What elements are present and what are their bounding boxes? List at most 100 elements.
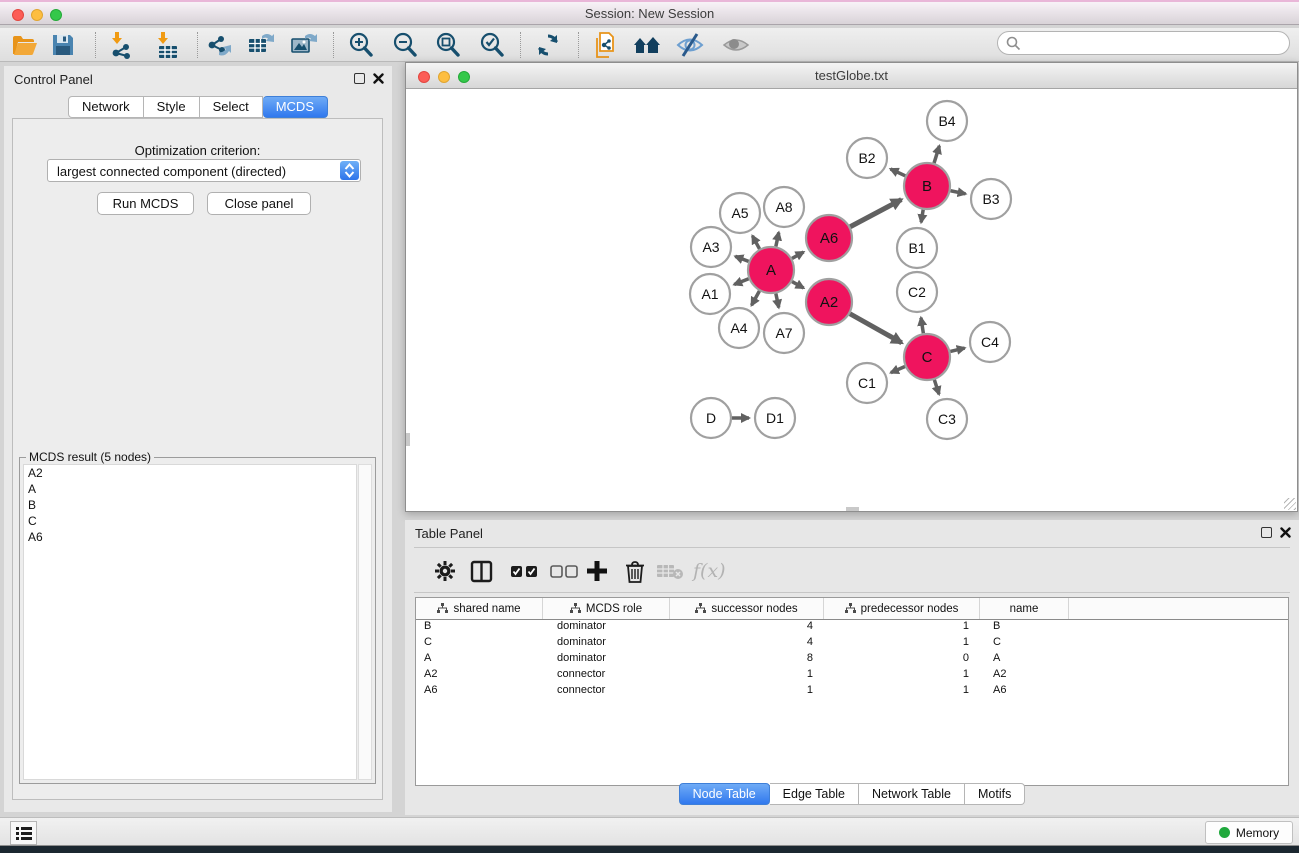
- delete-icon[interactable]: [625, 556, 645, 586]
- graph-node-C[interactable]: C: [904, 334, 950, 380]
- optimization-criterion-select[interactable]: largest connected component (directed): [47, 159, 361, 182]
- cell-shared-name[interactable]: A2: [416, 668, 543, 684]
- graph-edge-A-A1[interactable]: [734, 279, 748, 285]
- graph-node-A6[interactable]: A6: [806, 215, 852, 261]
- graph-edge-A-A6[interactable]: [792, 252, 804, 258]
- refresh-icon[interactable]: [533, 31, 563, 59]
- memory-button[interactable]: Memory: [1205, 821, 1293, 844]
- cell-successor-nodes[interactable]: 1: [670, 668, 824, 684]
- graph-edge-A-A3[interactable]: [735, 256, 748, 261]
- graph-node-C2[interactable]: C2: [897, 272, 937, 312]
- column-header-mcds-role[interactable]: MCDS role: [543, 598, 670, 619]
- graph-node-A3[interactable]: A3: [691, 227, 731, 267]
- cell-predecessor-nodes[interactable]: 1: [824, 620, 980, 636]
- tab-network-table[interactable]: Network Table: [859, 783, 965, 805]
- dropdown-stepper-icon[interactable]: [340, 161, 359, 180]
- graph-edge-B-B3[interactable]: [951, 191, 966, 194]
- graph-edge-C-C1[interactable]: [891, 367, 905, 373]
- tab-edge-table[interactable]: Edge Table: [770, 783, 859, 805]
- graph-edge-A-A5[interactable]: [752, 236, 759, 249]
- graph-node-C1[interactable]: C1: [847, 363, 887, 403]
- graph-edge-A-A8[interactable]: [776, 232, 779, 246]
- close-table-panel-icon[interactable]: [1280, 527, 1291, 538]
- graph-edge-B-B2[interactable]: [891, 169, 906, 176]
- tab-node-table[interactable]: Node Table: [679, 783, 770, 805]
- zoom-in-icon[interactable]: [346, 31, 376, 59]
- export-table-icon[interactable]: [246, 31, 276, 59]
- gear-icon[interactable]: [434, 556, 456, 586]
- network-window-titlebar[interactable]: testGlobe.txt: [406, 63, 1297, 89]
- graph-edge-A-A4[interactable]: [752, 291, 760, 305]
- column-header-name[interactable]: name: [980, 598, 1069, 619]
- cell-mcds-role[interactable]: connector: [543, 684, 670, 700]
- open-file-icon[interactable]: [10, 31, 40, 59]
- export-network-icon[interactable]: [204, 31, 234, 59]
- network-canvas[interactable]: B4B2BB3A8A5A6A3B1AA1C2A2A4A7C4CC1C3DD1: [406, 89, 1297, 511]
- graph-edge-C-C4[interactable]: [950, 348, 964, 351]
- network-graph[interactable]: B4B2BB3A8A5A6A3B1AA1C2A2A4A7C4CC1C3DD1: [406, 89, 1297, 511]
- graph-node-D1[interactable]: D1: [755, 398, 795, 438]
- cell-predecessor-nodes[interactable]: 1: [824, 636, 980, 652]
- result-list-item[interactable]: A: [24, 481, 356, 497]
- graph-node-B2[interactable]: B2: [847, 138, 887, 178]
- cell-name[interactable]: A2: [980, 668, 1069, 684]
- graph-node-A4[interactable]: A4: [719, 308, 759, 348]
- graph-node-B1[interactable]: B1: [897, 228, 937, 268]
- cell-successor-nodes[interactable]: 4: [670, 620, 824, 636]
- result-list-item[interactable]: C: [24, 513, 356, 529]
- horizontal-scrollbar-stub[interactable]: [846, 507, 859, 511]
- tab-motifs[interactable]: Motifs: [965, 783, 1025, 805]
- zoom-out-icon[interactable]: [390, 31, 420, 59]
- task-history-button[interactable]: [10, 821, 37, 845]
- cell-name[interactable]: A: [980, 652, 1069, 668]
- graph-node-A2[interactable]: A2: [806, 279, 852, 325]
- delete-table-icon[interactable]: [656, 556, 684, 586]
- tab-select[interactable]: Select: [200, 96, 263, 118]
- window-resize-grip[interactable]: [1284, 498, 1296, 510]
- table-row-A2[interactable]: A2connector11A2: [416, 668, 1288, 684]
- import-table-icon[interactable]: [151, 31, 181, 59]
- tab-style[interactable]: Style: [144, 96, 200, 118]
- table-row-A6[interactable]: A6connector11A6: [416, 684, 1288, 700]
- graph-node-D[interactable]: D: [691, 398, 731, 438]
- first-neighbors-icon[interactable]: [632, 31, 662, 59]
- show-all-icon[interactable]: [721, 31, 751, 59]
- vertical-scrollbar-stub[interactable]: [406, 433, 410, 446]
- graph-edge-A6-B[interactable]: [850, 200, 901, 227]
- result-list-item[interactable]: A2: [24, 465, 356, 481]
- cell-successor-nodes[interactable]: 8: [670, 652, 824, 668]
- deselect-all-icon[interactable]: [550, 556, 578, 586]
- close-panel-button[interactable]: Close panel: [207, 192, 311, 215]
- cell-name[interactable]: B: [980, 620, 1069, 636]
- hide-selected-icon[interactable]: [675, 31, 705, 59]
- table-row-B[interactable]: Bdominator41B: [416, 620, 1288, 636]
- graph-edge-A-A2[interactable]: [792, 282, 804, 288]
- graph-edge-B-B4[interactable]: [934, 146, 939, 163]
- graph-node-C4[interactable]: C4: [970, 322, 1010, 362]
- cell-predecessor-nodes[interactable]: 1: [824, 684, 980, 700]
- cell-mcds-role[interactable]: dominator: [543, 620, 670, 636]
- cell-shared-name[interactable]: A: [416, 652, 543, 668]
- select-all-icon[interactable]: [510, 556, 538, 586]
- float-table-panel-icon[interactable]: [1261, 527, 1272, 538]
- zoom-selected-icon[interactable]: [477, 31, 507, 59]
- cell-shared-name[interactable]: A6: [416, 684, 543, 700]
- import-network-icon[interactable]: [105, 31, 135, 59]
- graph-edge-A2-C[interactable]: [850, 314, 902, 343]
- graph-edge-A-A7[interactable]: [776, 294, 779, 308]
- cell-shared-name[interactable]: B: [416, 620, 543, 636]
- cell-mcds-role[interactable]: dominator: [543, 636, 670, 652]
- cell-successor-nodes[interactable]: 1: [670, 684, 824, 700]
- column-header-shared-name[interactable]: shared name: [416, 598, 543, 619]
- cell-mcds-role[interactable]: dominator: [543, 652, 670, 668]
- mcds-result-list[interactable]: A2ABCA6: [23, 464, 357, 780]
- result-list-scrollbar[interactable]: [358, 464, 372, 780]
- cell-predecessor-nodes[interactable]: 1: [824, 668, 980, 684]
- graph-node-A8[interactable]: A8: [764, 187, 804, 227]
- tab-network[interactable]: Network: [68, 96, 144, 118]
- zoom-fit-icon[interactable]: [433, 31, 463, 59]
- search-input[interactable]: [1026, 34, 1281, 52]
- cell-predecessor-nodes[interactable]: 0: [824, 652, 980, 668]
- run-mcds-button[interactable]: Run MCDS: [97, 192, 194, 215]
- graph-node-A[interactable]: A: [748, 247, 794, 293]
